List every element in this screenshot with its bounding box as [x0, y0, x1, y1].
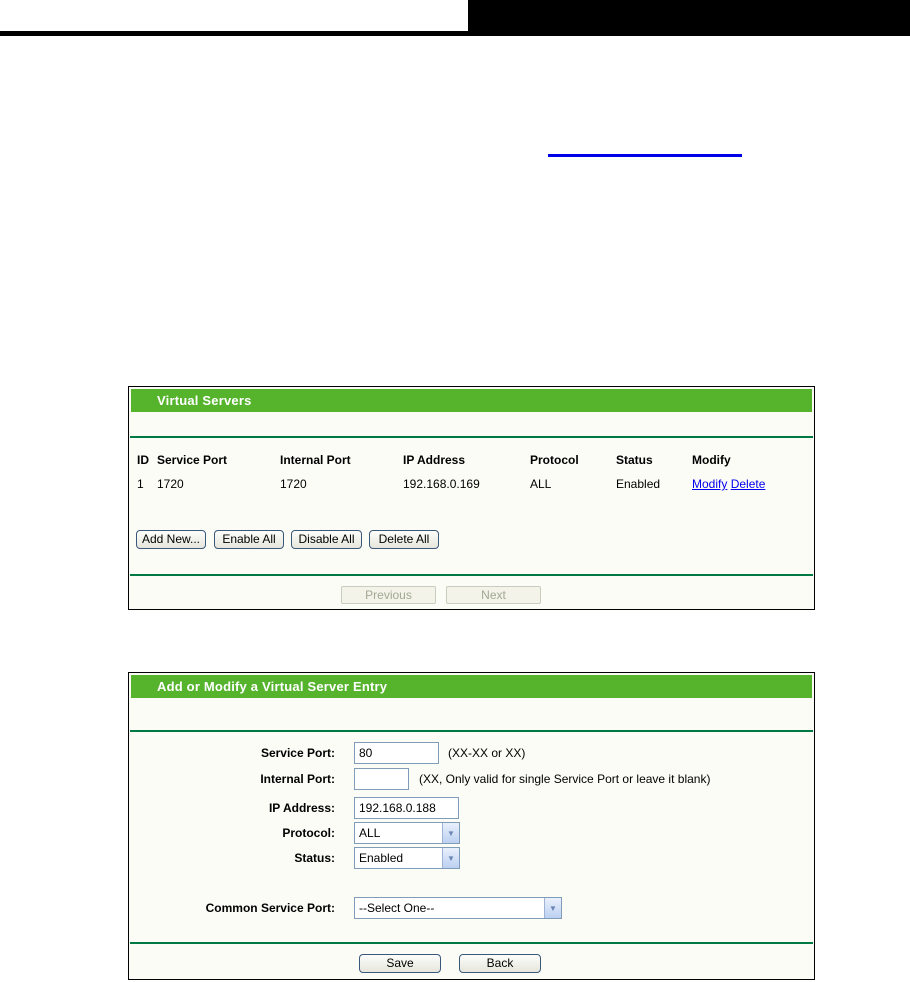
row-id: 1	[137, 477, 144, 491]
chevron-down-icon: ▼	[442, 848, 459, 868]
ip-address-label: IP Address:	[268, 801, 335, 815]
col-service-port: Service Port	[157, 453, 228, 467]
enable-all-button[interactable]: Enable All	[214, 530, 284, 549]
virtual-servers-panel: Virtual Servers ID Service Port Internal…	[128, 386, 815, 610]
divider	[130, 730, 813, 732]
internal-port-input[interactable]	[354, 768, 409, 790]
add-new-button[interactable]: Add New...	[136, 530, 206, 549]
status-label: Status:	[294, 851, 335, 865]
back-button[interactable]: Back	[459, 954, 541, 973]
chevron-down-icon: ▼	[442, 823, 459, 843]
delete-all-button[interactable]: Delete All	[369, 530, 439, 549]
header-rule	[0, 31, 910, 36]
add-virtual-server-panel: Add or Modify a Virtual Server Entry Ser…	[128, 672, 815, 980]
common-service-port-select[interactable]: --Select One-- ▼	[354, 897, 562, 919]
service-port-hint: (XX-XX or XX)	[448, 746, 526, 760]
table-row: 1 1720 1720 192.168.0.169 ALL Enabled Mo…	[129, 477, 814, 491]
chevron-down-icon: ▼	[544, 898, 561, 918]
col-status: Status	[616, 453, 653, 467]
save-button[interactable]: Save	[359, 954, 441, 973]
row-internal-port: 1720	[280, 477, 307, 491]
internal-port-hint: (XX, Only valid for single Service Port …	[419, 772, 711, 786]
internal-port-label: Internal Port:	[260, 772, 335, 786]
col-ip-address: IP Address	[403, 453, 466, 467]
virtual-servers-title-bar: Virtual Servers	[131, 389, 812, 412]
row-ip-address: 192.168.0.169	[403, 477, 480, 491]
add-entry-title-bar: Add or Modify a Virtual Server Entry	[131, 675, 812, 698]
col-modify: Modify	[692, 453, 731, 467]
row-actions: Modify Delete	[692, 477, 765, 491]
protocol-label: Protocol:	[282, 826, 335, 840]
row-protocol: ALL	[530, 477, 552, 491]
protocol-select[interactable]: ALL ▼	[354, 822, 460, 844]
header-black-block	[468, 0, 910, 31]
col-id: ID	[137, 453, 149, 467]
status-select[interactable]: Enabled ▼	[354, 847, 460, 869]
service-port-label: Service Port:	[260, 746, 335, 760]
delete-link[interactable]: Delete	[731, 477, 766, 491]
table-header-row: ID Service Port Internal Port IP Address…	[129, 453, 814, 467]
row-service-port: 1720	[157, 477, 184, 491]
panel-title: Add or Modify a Virtual Server Entry	[157, 679, 388, 694]
previous-button[interactable]: Previous	[341, 586, 436, 604]
common-service-port-label: Common Service Port:	[205, 901, 335, 915]
common-service-port-select-value: --Select One--	[359, 901, 435, 915]
protocol-select-value: ALL	[359, 826, 381, 840]
service-port-input[interactable]	[354, 742, 439, 764]
row-status: Enabled	[616, 477, 661, 491]
hyperlink-underline[interactable]	[548, 154, 742, 157]
divider	[130, 574, 813, 576]
modify-link[interactable]: Modify	[692, 477, 727, 491]
divider	[130, 942, 813, 944]
col-protocol: Protocol	[530, 453, 579, 467]
document-page: Virtual Servers ID Service Port Internal…	[0, 0, 910, 982]
next-button[interactable]: Next	[446, 586, 541, 604]
divider	[130, 436, 813, 438]
disable-all-button[interactable]: Disable All	[291, 530, 362, 549]
col-internal-port: Internal Port	[280, 453, 351, 467]
panel-title: Virtual Servers	[157, 393, 252, 408]
status-select-value: Enabled	[359, 851, 404, 865]
ip-address-input[interactable]	[354, 797, 459, 819]
